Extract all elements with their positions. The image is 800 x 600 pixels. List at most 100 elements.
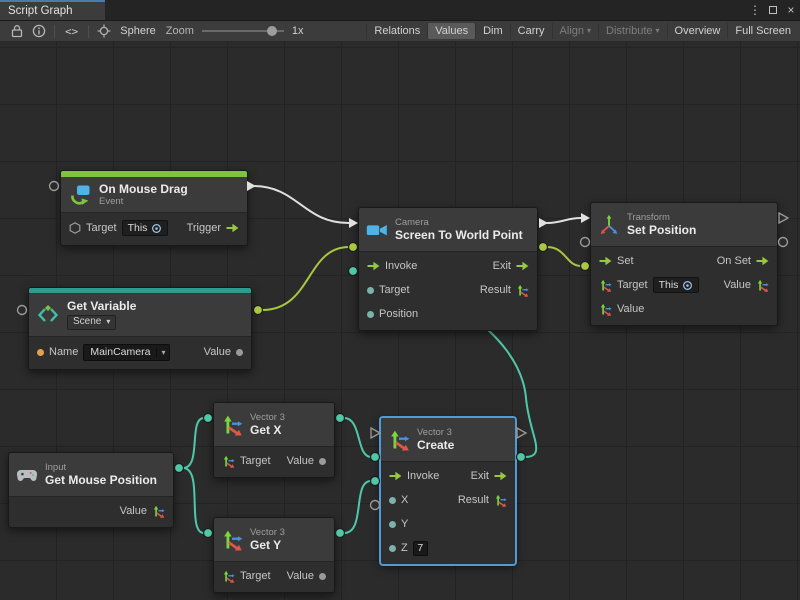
close-icon[interactable]: ×	[782, 0, 800, 20]
flow-arrow-icon	[367, 261, 380, 271]
target-port-label: Target	[617, 279, 648, 291]
port-name-get-variable[interactable]	[18, 306, 27, 315]
target-port-label: Target	[240, 455, 271, 467]
flow-arrow-icon	[226, 223, 239, 233]
this-chip[interactable]: This	[122, 220, 169, 236]
wire-mouse-to-getx	[183, 418, 204, 468]
node-category: Input	[45, 462, 157, 473]
variable-name-field[interactable]: MainCamera ▾	[83, 344, 170, 361]
port-target-set-position[interactable]	[581, 238, 590, 247]
lock-icon[interactable]	[10, 24, 24, 38]
chevron-down-icon: ▾	[156, 348, 169, 357]
wire-variable-to-target	[262, 247, 349, 310]
relations-button[interactable]: Relations	[366, 23, 427, 39]
node-get-mouse-position[interactable]: Input Get Mouse Position Value	[8, 452, 174, 528]
port-target-get-y[interactable]	[204, 529, 213, 538]
port-value-get-x[interactable]	[336, 414, 345, 423]
mouse-event-icon	[68, 183, 92, 207]
full-screen-button[interactable]: Full Screen	[727, 23, 798, 39]
flow-arrow-icon	[516, 261, 529, 271]
vector3-type-icon	[222, 570, 235, 583]
chevron-down-icon: ▾	[587, 27, 591, 35]
vector3-type-icon	[367, 311, 374, 318]
vector3-icon	[494, 494, 507, 507]
node-title: Get Variable	[67, 299, 136, 313]
port-exit-screen-to-world[interactable]	[539, 218, 548, 228]
port-target-screen-to-world[interactable]	[349, 243, 358, 252]
chevron-down-icon: ▾	[106, 318, 110, 326]
port-value-in-set-position[interactable]	[581, 262, 590, 271]
graph-pointer-icon[interactable]	[97, 24, 111, 38]
overview-button[interactable]: Overview	[667, 23, 728, 39]
node-category: Vector 3	[417, 427, 454, 438]
port-trigger-on-mouse-drag[interactable]	[247, 181, 256, 191]
port-set-set-position[interactable]	[581, 213, 590, 223]
node-set-position[interactable]: Transform Set Position Set On Set Target…	[590, 202, 778, 326]
port-value-get-variable[interactable]	[254, 306, 263, 315]
zoom-label: Zoom	[166, 25, 194, 37]
port-target-get-x[interactable]	[204, 414, 213, 423]
wire-exit-to-set	[547, 218, 581, 223]
port-value-out-set-position[interactable]	[779, 238, 788, 247]
values-button[interactable]: Values	[427, 23, 475, 39]
carry-button[interactable]: Carry	[510, 23, 552, 39]
graph-object-label[interactable]: Sphere	[120, 25, 155, 37]
on-set-port-label: On Set	[717, 255, 751, 267]
port-position-screen-to-world[interactable]	[349, 267, 358, 276]
node-vector3-create[interactable]: Vector 3 Create Invoke Exit X Result	[380, 417, 516, 565]
target-port-label: Target	[379, 284, 410, 296]
invoke-port-label: Invoke	[385, 260, 417, 272]
node-subtitle: Event	[99, 196, 188, 207]
value-out-port-label: Value	[724, 279, 751, 291]
info-icon[interactable]	[32, 24, 46, 38]
node-category: Camera	[395, 217, 523, 228]
node-get-y[interactable]: Vector 3 Get Y Target Value	[213, 517, 335, 593]
wire-getx-to-x	[344, 418, 371, 457]
menu-icon[interactable]: ⋮	[746, 0, 764, 20]
zoom-slider-handle[interactable]	[267, 26, 277, 36]
port-exit-create[interactable]	[517, 428, 526, 438]
port-result-screen-to-world[interactable]	[539, 243, 548, 252]
maximize-icon[interactable]	[764, 0, 782, 20]
float-type-icon	[319, 458, 326, 465]
trigger-port-label: Trigger	[187, 222, 221, 234]
variable-scope-dropdown[interactable]: Scene ▾	[67, 315, 116, 330]
value-port-label: Value	[287, 570, 314, 582]
port-on-set-set-position[interactable]	[779, 213, 788, 223]
port-result-create[interactable]	[517, 453, 526, 462]
port-value-get-mouse-position[interactable]	[175, 464, 184, 473]
node-get-x[interactable]: Vector 3 Get X Target Value	[213, 402, 335, 478]
align-dropdown[interactable]: Align ▾	[552, 23, 598, 39]
value-in-port-label: Value	[617, 303, 644, 315]
code-view-icon[interactable]: <>	[65, 25, 78, 38]
x-port-label: X	[401, 494, 408, 506]
port-invoke-create[interactable]	[371, 428, 380, 438]
port-invoke-screen-to-world[interactable]	[349, 218, 358, 228]
target-icon	[682, 280, 693, 291]
zoom-value: 1x	[292, 25, 304, 37]
node-get-variable[interactable]: Get Variable Scene ▾ Name MainCamera ▾	[28, 287, 252, 370]
distribute-dropdown[interactable]: Distribute ▾	[598, 23, 666, 39]
vector3-type-icon	[222, 455, 235, 468]
wire-result-to-value	[547, 247, 581, 266]
port-x-create[interactable]	[371, 453, 380, 462]
port-y-create[interactable]	[371, 477, 380, 486]
port-value-get-y[interactable]	[336, 529, 345, 538]
position-port-label: Position	[379, 308, 418, 320]
port-z-create[interactable]	[371, 501, 380, 510]
port-target-on-mouse-drag[interactable]	[50, 182, 59, 191]
transform-type-icon	[599, 279, 612, 292]
target-port-label: Target	[240, 570, 271, 582]
wire-gety-to-y	[344, 481, 371, 533]
node-on-mouse-drag[interactable]: On Mouse Drag Event Target This Trigger	[60, 170, 248, 246]
graph-canvas[interactable]: On Mouse Drag Event Target This Trigger	[0, 42, 800, 600]
dim-button[interactable]: Dim	[475, 23, 510, 39]
zoom-slider[interactable]	[202, 24, 284, 38]
z-value-field[interactable]: 7	[413, 541, 428, 556]
vector3-icon	[152, 505, 165, 518]
tab-script-graph[interactable]: Script Graph	[0, 0, 105, 20]
vector3-icon	[388, 429, 410, 451]
vector3-type-icon	[599, 303, 612, 316]
node-screen-to-world-point[interactable]: Camera Screen To World Point Invoke Exit…	[358, 207, 538, 331]
this-chip[interactable]: This	[653, 277, 700, 293]
